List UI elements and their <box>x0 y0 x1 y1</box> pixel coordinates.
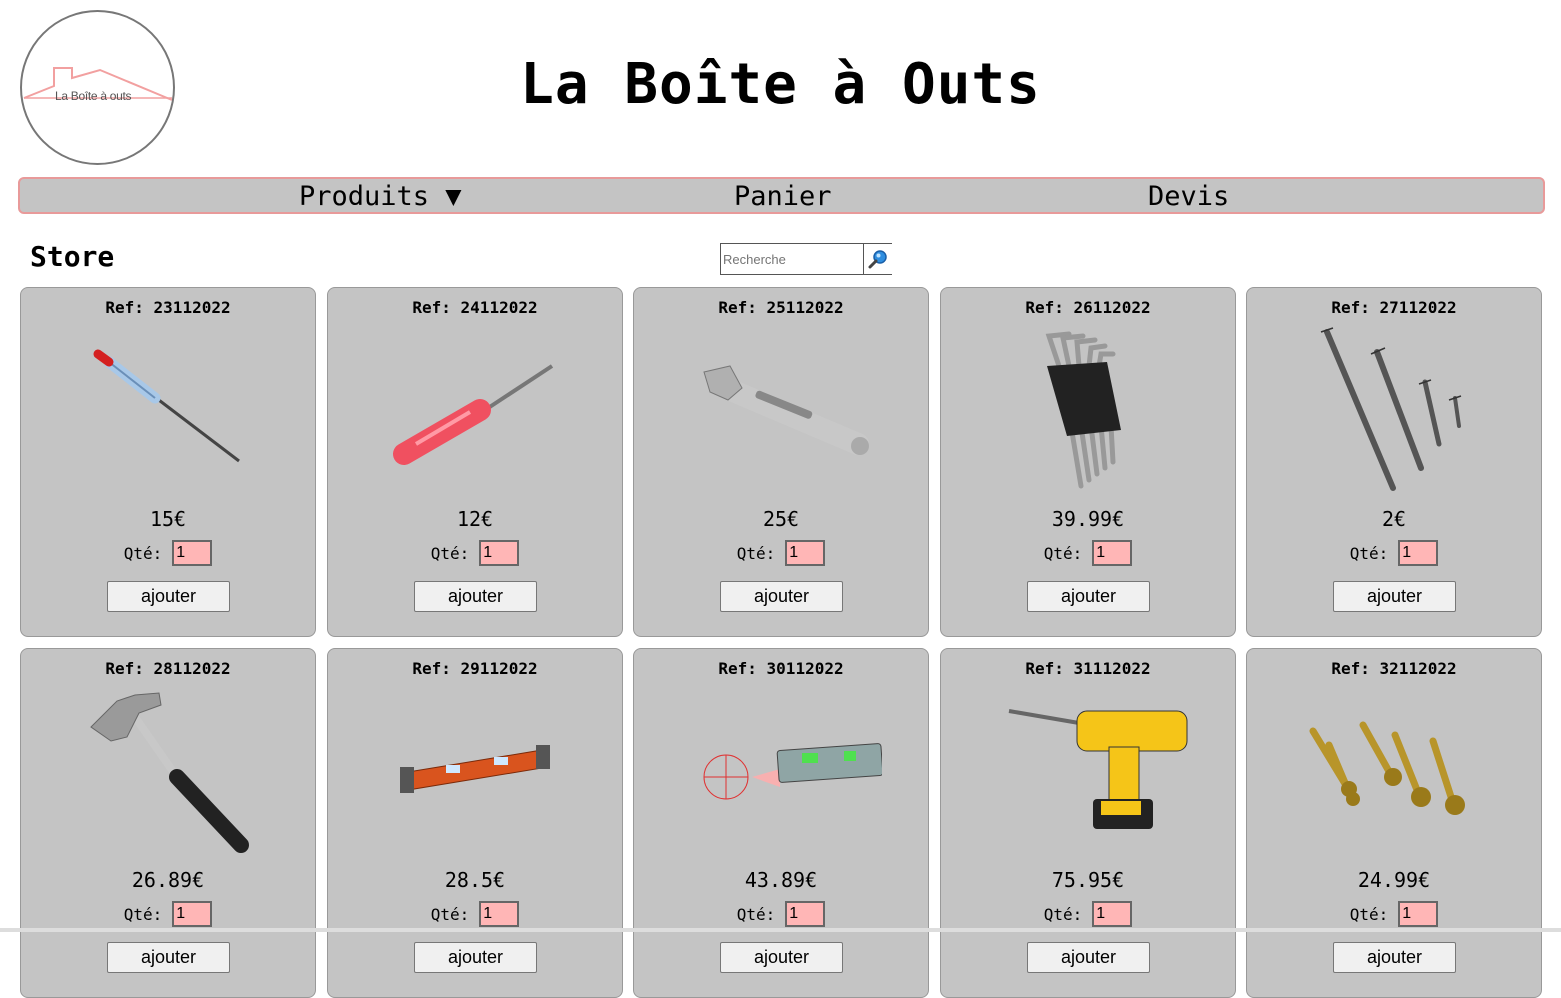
store-title: Store <box>30 240 115 273</box>
hex-key-set-icon <box>1045 331 1121 489</box>
laser-level-icon <box>703 743 882 800</box>
product-price: 28.5€ <box>444 868 506 892</box>
qty-input[interactable] <box>1092 540 1133 566</box>
product-ref: Ref: 24112022 <box>412 298 538 317</box>
search-box <box>720 243 892 275</box>
qty-row: Qté: <box>941 540 1235 570</box>
add-to-cart-button[interactable]: ajouter <box>720 581 843 612</box>
product-card: Ref: 25112022 25€ Qté: ajouter <box>633 287 929 637</box>
add-to-cart-button[interactable]: ajouter <box>1333 581 1456 612</box>
product-card: Ref: 29112022 28.5€ Qté: ajouter <box>327 648 623 998</box>
adjustable-wrench-icon <box>703 365 869 455</box>
qty-row: Qté: <box>1247 901 1541 931</box>
add-to-cart-button[interactable]: ajouter <box>107 942 230 973</box>
qty-label: Qté: <box>1043 904 1083 924</box>
product-price: 25€ <box>762 507 800 531</box>
product-price: 24.99€ <box>1357 868 1431 892</box>
qty-input[interactable] <box>1398 540 1439 566</box>
qty-input[interactable] <box>785 540 826 566</box>
product-price: 2€ <box>1381 507 1407 531</box>
product-ref: Ref: 29112022 <box>412 659 538 678</box>
site-title: La Boîte à Outs <box>520 52 1041 117</box>
product-ref: Ref: 23112022 <box>105 298 231 317</box>
add-to-cart-button[interactable]: ajouter <box>414 581 537 612</box>
nav-quote[interactable]: Devis <box>1148 179 1229 212</box>
qty-label: Qté: <box>123 543 163 563</box>
product-price: 15€ <box>149 507 187 531</box>
product-card: Ref: 24112022 12€ Qté: ajouter <box>327 287 623 637</box>
qty-label: Qté: <box>123 904 163 924</box>
forstner-bits-icon <box>1309 721 1465 815</box>
qty-label: Qté: <box>1349 543 1389 563</box>
tester-screwdriver-icon <box>93 349 240 463</box>
qty-row: Qté: <box>1247 540 1541 570</box>
add-to-cart-button[interactable]: ajouter <box>107 581 230 612</box>
add-to-cart-button[interactable]: ajouter <box>720 942 843 973</box>
qty-row: Qté: <box>21 901 315 931</box>
product-card: Ref: 27112022 2€ Qté: ajouter <box>1246 287 1542 637</box>
screwdriver-icon <box>393 364 554 465</box>
product-price: 12€ <box>456 507 494 531</box>
hammer-icon <box>90 692 249 853</box>
add-to-cart-button[interactable]: ajouter <box>414 942 537 973</box>
product-card: Ref: 23112022 15€ Qté: ajouter <box>20 287 316 637</box>
qty-row: Qté: <box>21 540 315 570</box>
add-to-cart-button[interactable]: ajouter <box>1333 942 1456 973</box>
qty-row: Qté: <box>941 901 1235 931</box>
add-to-cart-button[interactable]: ajouter <box>1027 581 1150 612</box>
qty-label: Qté: <box>736 904 776 924</box>
product-ref: Ref: 27112022 <box>1331 298 1457 317</box>
add-to-cart-button[interactable]: ajouter <box>1027 942 1150 973</box>
product-card: Ref: 26112022 39.99€ Qté: ajouter <box>940 287 1236 637</box>
horizontal-scrollbar[interactable] <box>0 928 1561 932</box>
product-card: Ref: 31112022 75.95€ Qté: ajouter <box>940 648 1236 998</box>
qty-input[interactable] <box>1092 901 1133 927</box>
nav-products-dropdown[interactable]: Produits ▼ <box>299 179 462 212</box>
product-card: Ref: 28112022 26.89€ Qté: ajouter <box>20 648 316 998</box>
product-price: 26.89€ <box>131 868 205 892</box>
qty-input[interactable] <box>1398 901 1439 927</box>
product-card: Ref: 32112022 24.99€ Qté: ajouter <box>1246 648 1542 998</box>
screws-icon <box>1320 327 1462 491</box>
search-button[interactable] <box>863 244 892 274</box>
qty-label: Qté: <box>736 543 776 563</box>
product-ref: Ref: 32112022 <box>1331 659 1457 678</box>
qty-input[interactable] <box>479 540 520 566</box>
qty-row: Qté: <box>328 901 622 931</box>
product-ref: Ref: 28112022 <box>105 659 231 678</box>
nav-cart[interactable]: Panier <box>734 179 832 212</box>
spirit-level-icon <box>400 745 550 793</box>
qty-row: Qté: <box>328 540 622 570</box>
qty-label: Qté: <box>430 904 470 924</box>
product-ref: Ref: 25112022 <box>718 298 844 317</box>
search-input[interactable] <box>721 244 863 274</box>
product-card: Ref: 30112022 43.89€ Qté: ajouter <box>633 648 929 998</box>
qty-row: Qté: <box>634 901 928 931</box>
product-price: 75.95€ <box>1051 868 1125 892</box>
product-price: 43.89€ <box>744 868 818 892</box>
product-ref: Ref: 26112022 <box>1025 298 1151 317</box>
product-ref: Ref: 30112022 <box>718 659 844 678</box>
qty-input[interactable] <box>172 901 213 927</box>
qty-row: Qté: <box>634 540 928 570</box>
qty-input[interactable] <box>785 901 826 927</box>
product-ref: Ref: 31112022 <box>1025 659 1151 678</box>
cordless-drill-icon <box>1008 709 1188 829</box>
qty-input[interactable] <box>479 901 520 927</box>
qty-input[interactable] <box>172 540 213 566</box>
qty-label: Qté: <box>1349 904 1389 924</box>
qty-label: Qté: <box>1043 543 1083 563</box>
product-price: 39.99€ <box>1051 507 1125 531</box>
main-nav: Produits ▼ Panier Devis <box>18 177 1545 214</box>
qty-label: Qté: <box>430 543 470 563</box>
search-icon <box>868 250 887 269</box>
